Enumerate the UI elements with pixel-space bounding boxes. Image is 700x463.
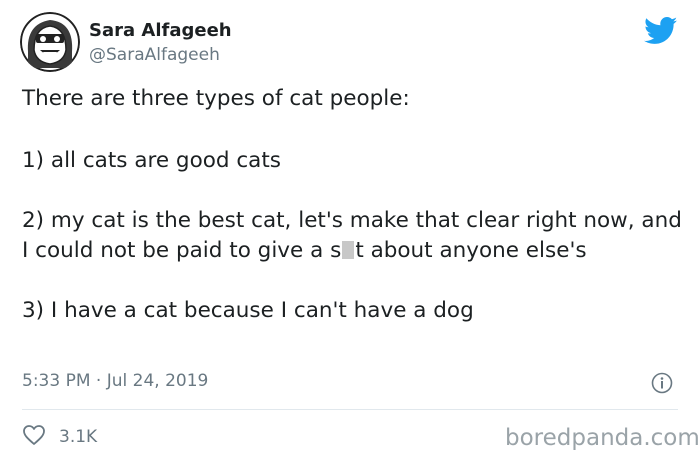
author-name[interactable]: Sara Alfageeh <box>89 20 232 41</box>
censor-block <box>342 241 355 259</box>
tweet-item-3: 3) I have a cat because I can't have a d… <box>22 298 474 323</box>
author-handle[interactable]: @SaraAlfageeh <box>89 45 220 65</box>
avatar[interactable] <box>20 12 80 72</box>
tweet-intro: There are three types of cat people: <box>22 86 410 111</box>
watermark: boredpanda.com <box>505 425 700 451</box>
like-count[interactable]: 3.1K <box>59 427 97 447</box>
divider <box>22 409 678 410</box>
tweet-text: There are three types of cat people: 1) … <box>22 84 687 326</box>
twitter-bird-icon[interactable] <box>644 17 678 45</box>
tweet-item-2: 2) my cat is the best cat, let's make th… <box>22 206 687 266</box>
tweet-item-1: 1) all cats are good cats <box>22 148 281 173</box>
tweet-item-2-part2: t about anyone else's <box>355 238 587 263</box>
info-icon[interactable] <box>651 372 673 394</box>
tweet-timestamp[interactable]: 5:33 PM · Jul 24, 2019 <box>22 371 208 391</box>
heart-icon[interactable] <box>22 424 46 446</box>
illustrated-avatar-icon <box>20 12 80 72</box>
